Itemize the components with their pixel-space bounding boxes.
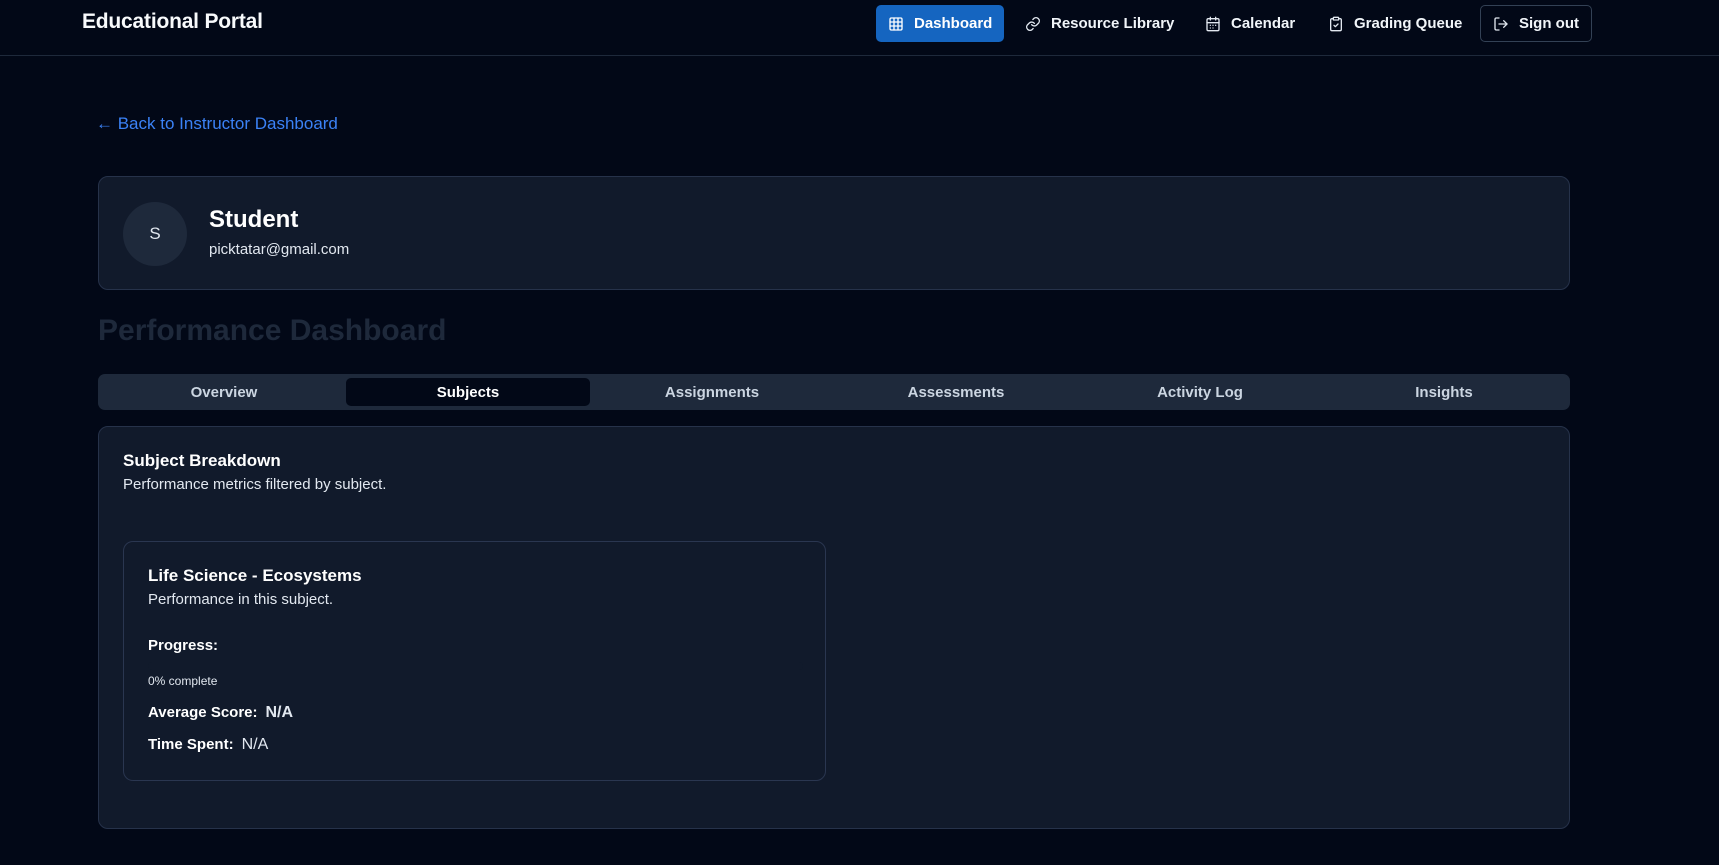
tab-assessments[interactable]: Assessments [834, 378, 1078, 406]
student-profile-card: S Student picktatar@gmail.com [98, 176, 1570, 290]
nav-resource-library-button[interactable]: Resource Library [1013, 5, 1186, 42]
time-spent-metric: Time Spent: N/A [148, 736, 268, 754]
nav-dashboard-label: Dashboard [914, 15, 993, 32]
sign-out-button[interactable]: Sign out [1480, 5, 1592, 42]
link-icon [1026, 16, 1040, 31]
dashboard-tabs: Overview Subjects Assignments Assessment… [98, 374, 1570, 410]
tab-overview[interactable]: Overview [102, 378, 346, 406]
tab-subjects[interactable]: Subjects [346, 378, 590, 406]
subject-card: Life Science - Ecosystems Performance in… [123, 541, 826, 781]
progress-label: Progress: [148, 637, 219, 654]
progress-bar [148, 662, 803, 670]
grid-icon [889, 16, 903, 31]
sign-out-icon [1494, 16, 1508, 31]
nav-resource-library-label: Resource Library [1051, 15, 1175, 32]
subject-subtitle: Performance in this subject. [148, 591, 334, 608]
tab-assignments[interactable]: Assignments [590, 378, 834, 406]
subject-breakdown-subtitle: Performance metrics filtered by subject. [123, 476, 387, 493]
subject-breakdown-card: Subject Breakdown Performance metrics fi… [98, 426, 1570, 829]
avatar-initial: S [149, 224, 161, 243]
average-score-value: N/A [265, 704, 294, 721]
calendar-icon [1206, 16, 1220, 31]
progress-text: 0% complete [148, 674, 218, 688]
back-to-instructor-dashboard-link[interactable]: ← Back to Instructor Dashboard [96, 114, 338, 134]
avatar: S [123, 202, 187, 266]
student-email: picktatar@gmail.com [209, 241, 350, 258]
student-name: Student [209, 206, 299, 233]
average-score-label: Average Score: [148, 704, 258, 721]
tab-insights[interactable]: Insights [1322, 378, 1566, 406]
nav-calendar-button[interactable]: Calendar [1193, 5, 1307, 42]
subject-name: Life Science - Ecosystems [148, 566, 362, 585]
tab-activity-log[interactable]: Activity Log [1078, 378, 1322, 406]
nav-grading-queue-label: Grading Queue [1354, 15, 1463, 32]
clipboard-check-icon [1330, 16, 1342, 31]
subject-breakdown-title: Subject Breakdown [123, 451, 281, 470]
nav-calendar-label: Calendar [1231, 15, 1296, 32]
time-spent-label: Time Spent: [148, 736, 234, 753]
top-navigation-bar: Educational Portal Dashboard Resource Li… [0, 0, 1719, 56]
sign-out-label: Sign out [1519, 15, 1579, 32]
nav-dashboard-button[interactable]: Dashboard [876, 5, 1005, 42]
time-spent-value: N/A [241, 736, 269, 753]
nav-grading-queue-button[interactable]: Grading Queue [1316, 5, 1474, 42]
average-score-metric: Average Score: N/A [148, 704, 293, 722]
page-title: Performance Dashboard [98, 314, 447, 347]
brand-title[interactable]: Educational Portal [82, 10, 263, 34]
